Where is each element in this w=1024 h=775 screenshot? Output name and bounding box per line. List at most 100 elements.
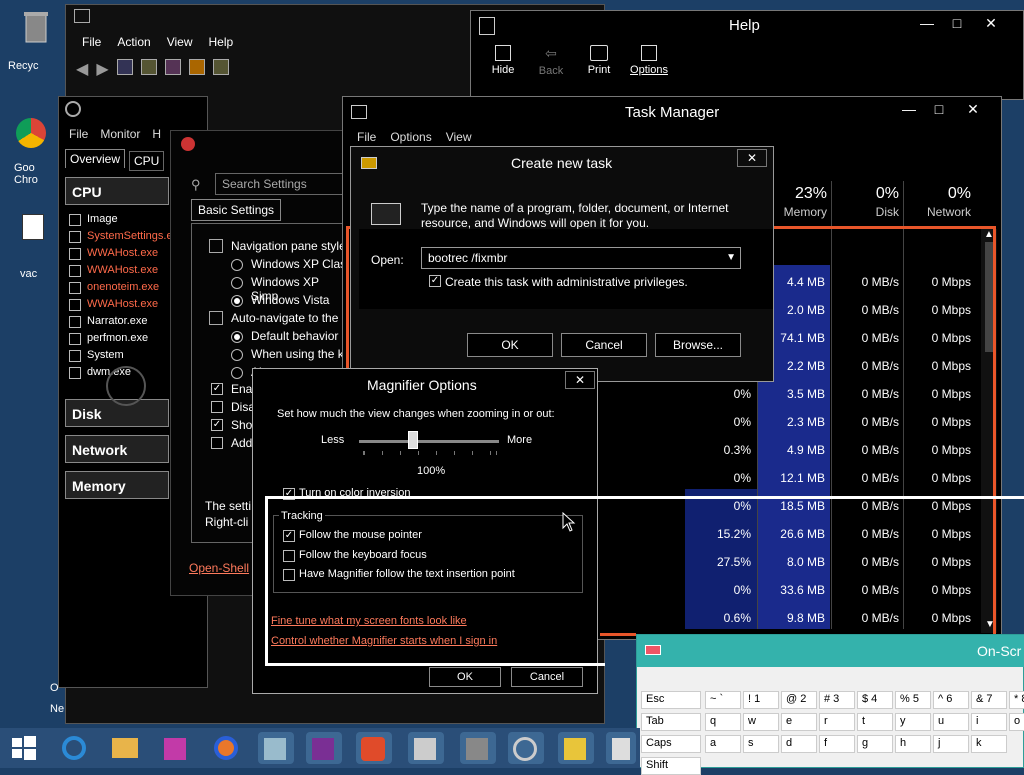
menu-action[interactable]: Action: [117, 35, 150, 49]
network-section[interactable]: Network: [65, 435, 169, 463]
key[interactable]: s: [743, 735, 779, 753]
key[interactable]: t: [857, 713, 893, 731]
process-name[interactable]: WWAHost.exe: [87, 247, 158, 259]
tab-overview[interactable]: Overview: [65, 149, 126, 168]
process-checkbox[interactable]: [69, 367, 81, 379]
check-add[interactable]: [211, 437, 223, 449]
key[interactable]: Caps: [641, 735, 701, 753]
open-input[interactable]: bootrec /fixmbr ▼: [421, 247, 741, 269]
check-ena[interactable]: ✓: [211, 383, 223, 395]
menu-view[interactable]: View: [167, 35, 193, 49]
key[interactable]: $ 4: [857, 691, 893, 709]
memory-section[interactable]: Memory: [65, 471, 169, 499]
search-settings-input[interactable]: Search Settings: [215, 173, 351, 195]
key[interactable]: Shift: [641, 757, 701, 775]
process-name[interactable]: System: [87, 349, 124, 361]
store-icon[interactable]: [158, 732, 194, 764]
help-back-button[interactable]: ⇦ Back: [535, 45, 567, 77]
key[interactable]: y: [895, 713, 931, 731]
perfmon-menu-monitor[interactable]: Monitor: [100, 127, 140, 141]
process-name[interactable]: Image: [87, 213, 118, 225]
check-disa[interactable]: [211, 401, 223, 413]
magnifier-cancel-button[interactable]: Cancel: [511, 667, 583, 687]
internet-explorer-icon[interactable]: [58, 732, 94, 764]
back-arrow-icon[interactable]: ◀: [76, 59, 88, 79]
tab-basic-settings[interactable]: Basic Settings: [191, 199, 282, 221]
help-print-button[interactable]: Print: [583, 45, 615, 76]
perfmon-taskbar-icon[interactable]: [508, 732, 544, 764]
start-button[interactable]: [10, 734, 38, 762]
toolbar-icon-1[interactable]: [116, 59, 133, 75]
network-taskbar-icon[interactable]: [558, 732, 594, 764]
process-name[interactable]: onenoteim.exe: [87, 281, 159, 293]
toolbar-icon-3[interactable]: [164, 59, 181, 75]
key[interactable]: d: [781, 735, 817, 753]
process-checkbox[interactable]: [69, 333, 81, 345]
magnifier-close-button[interactable]: ✕: [565, 371, 595, 389]
app-shortcut-icon[interactable]: [22, 214, 44, 240]
tm-menu-file[interactable]: File: [357, 130, 376, 144]
key[interactable]: g: [857, 735, 893, 753]
create-task-cancel-button[interactable]: Cancel: [561, 333, 647, 357]
process-name[interactable]: perfmon.exe: [87, 332, 148, 344]
printer-taskbar-icon[interactable]: [460, 732, 496, 764]
radio-default[interactable]: [231, 331, 243, 343]
recycle-bin-icon[interactable]: [18, 8, 54, 48]
process-checkbox[interactable]: [69, 231, 81, 243]
help-close-button[interactable]: ✕: [971, 13, 1011, 35]
process-checkbox[interactable]: [69, 214, 81, 226]
key[interactable]: r: [819, 713, 855, 731]
key[interactable]: i: [971, 713, 1007, 731]
col-network-header[interactable]: 0% Network: [903, 185, 971, 219]
key[interactable]: Esc: [641, 691, 701, 709]
tm-menu-view[interactable]: View: [446, 130, 472, 144]
key[interactable]: u: [933, 713, 969, 731]
open-shell-link[interactable]: Open-Shell: [189, 561, 249, 575]
menu-help[interactable]: Help: [209, 35, 234, 49]
settings-app-icon[interactable]: [258, 732, 294, 764]
key[interactable]: f: [819, 735, 855, 753]
radio-xp-classic[interactable]: [231, 259, 243, 271]
on-screen-keyboard[interactable]: On-Scr Esc~ `! 1@ 2# 3$ 4% 5^ 6& 7* 8 Tab…: [636, 634, 1024, 775]
zoom-slider-thumb[interactable]: [408, 431, 418, 449]
key[interactable]: & 7: [971, 691, 1007, 709]
chrome-icon[interactable]: [16, 118, 46, 148]
cpu-header[interactable]: CPU: [65, 177, 169, 205]
create-task-dialog[interactable]: Create new task ✕ Type the name of a pro…: [350, 146, 774, 382]
process-checkbox[interactable]: [69, 350, 81, 362]
taskmgr-taskbar-icon[interactable]: [408, 732, 444, 764]
chevron-down-icon[interactable]: ▼: [726, 252, 736, 263]
toolbar-icon-2[interactable]: [140, 59, 157, 75]
process-checkbox[interactable]: [69, 282, 81, 294]
toolbar-icon-4[interactable]: [212, 59, 229, 75]
create-task-close-button[interactable]: ✕: [737, 149, 767, 167]
key[interactable]: w: [743, 713, 779, 731]
tab-cpu[interactable]: CPU: [129, 151, 165, 171]
zoom-slider-track[interactable]: [359, 440, 499, 443]
radio-when-using[interactable]: [231, 349, 243, 361]
magnifier-ok-button[interactable]: OK: [429, 667, 501, 687]
process-name[interactable]: SystemSettings.e: [87, 230, 173, 242]
create-task-browse-button[interactable]: Browse...: [655, 333, 741, 357]
menu-file[interactable]: File: [82, 35, 101, 49]
radio-vista[interactable]: [231, 295, 243, 307]
create-task-ok-button[interactable]: OK: [467, 333, 553, 357]
key[interactable]: o: [1009, 713, 1024, 731]
process-checkbox[interactable]: [69, 316, 81, 328]
process-checkbox[interactable]: [69, 248, 81, 260]
key[interactable]: j: [933, 735, 969, 753]
skype-icon[interactable]: [356, 732, 392, 764]
key[interactable]: a: [705, 735, 741, 753]
key[interactable]: h: [895, 735, 931, 753]
key[interactable]: ~ `: [705, 691, 741, 709]
help-options-button[interactable]: Options: [627, 45, 671, 76]
key[interactable]: % 5: [895, 691, 931, 709]
help-window[interactable]: Help — □ ✕ Hide ⇦ Back Print Options: [470, 10, 1024, 100]
help-icon[interactable]: [188, 59, 205, 75]
file-explorer-icon[interactable]: [106, 732, 142, 764]
process-name[interactable]: WWAHost.exe: [87, 298, 158, 310]
process-checkbox[interactable]: [69, 265, 81, 277]
forward-arrow-icon[interactable]: ▶: [96, 59, 108, 79]
key[interactable]: # 3: [819, 691, 855, 709]
app-taskbar-icon[interactable]: [606, 732, 636, 764]
